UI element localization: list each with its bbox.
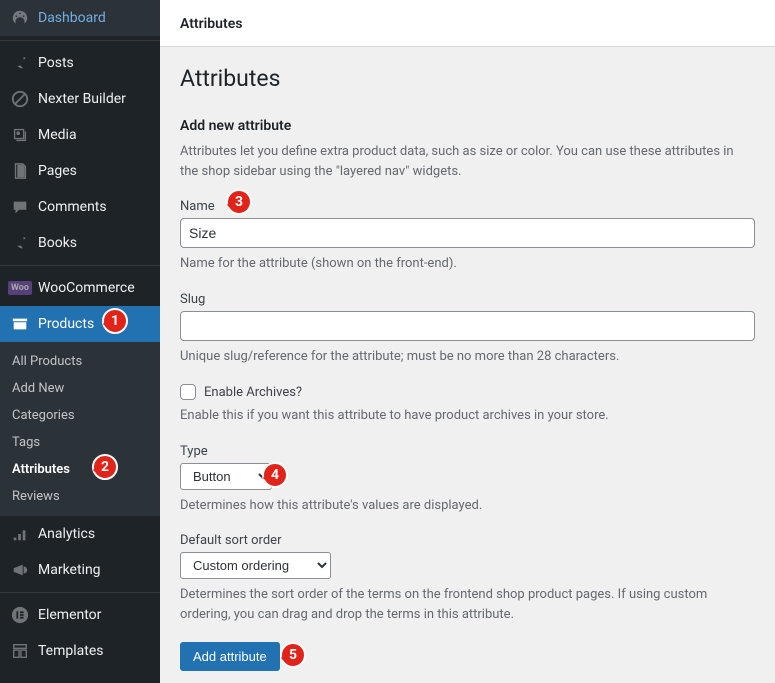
- sort-label: Default sort order: [180, 533, 755, 548]
- sidebar-item-comments[interactable]: Comments: [0, 189, 160, 225]
- submenu-attributes[interactable]: Attributes 2: [0, 456, 160, 483]
- field-type: Type Button 4 Determines how this attrib…: [180, 444, 755, 516]
- sidebar-item-label: Pages: [38, 163, 77, 179]
- templates-icon: [10, 641, 30, 661]
- annotation-badge-3: 3: [226, 189, 252, 215]
- elementor-icon: [10, 605, 30, 625]
- sidebar-item-label: Marketing: [38, 562, 101, 578]
- sidebar-item-label: Nexter Builder: [38, 91, 126, 107]
- sidebar-item-pages[interactable]: Pages: [0, 153, 160, 189]
- sidebar-item-dashboard[interactable]: Dashboard: [0, 0, 160, 36]
- intro-text: Attributes let you define extra product …: [180, 142, 755, 181]
- comments-icon: [10, 197, 30, 217]
- sidebar-item-products[interactable]: Products 1: [0, 306, 160, 342]
- archive-icon: [10, 314, 30, 334]
- sidebar-item-label: Dashboard: [38, 10, 106, 26]
- sidebar-item-label: Comments: [38, 199, 107, 215]
- add-attribute-button[interactable]: Add attribute: [180, 642, 280, 671]
- archives-help: Enable this if you want this attribute t…: [180, 406, 755, 426]
- analytics-icon: [10, 524, 30, 544]
- sidebar-item-label: Elementor: [38, 607, 101, 623]
- field-slug: Slug Unique slug/reference for the attri…: [180, 292, 755, 367]
- slug-label: Slug: [180, 292, 755, 307]
- name-label: Name: [180, 199, 755, 214]
- sidebar-item-posts[interactable]: Posts: [0, 45, 160, 81]
- sidebar-item-elementor[interactable]: Elementor: [0, 597, 160, 633]
- annotation-badge-1: 1: [102, 308, 128, 334]
- sidebar-item-woocommerce[interactable]: Woo WooCommerce: [0, 270, 160, 306]
- menu-separator: [0, 588, 160, 593]
- submenu-add-new[interactable]: Add New: [0, 375, 160, 402]
- sidebar-item-label: Analytics: [38, 526, 95, 542]
- sidebar-item-label: Media: [38, 127, 77, 143]
- submenu-all-products[interactable]: All Products: [0, 348, 160, 375]
- sidebar-item-books[interactable]: Books: [0, 225, 160, 261]
- annotation-badge-2: 2: [92, 454, 118, 480]
- pin-icon: [10, 233, 30, 253]
- products-submenu: All Products Add New Categories Tags Att…: [0, 342, 160, 516]
- woo-icon: Woo: [10, 278, 30, 298]
- sort-select[interactable]: Custom ordering: [180, 552, 331, 579]
- content-area: Attributes Attributes Add new attribute …: [160, 0, 775, 683]
- sidebar-item-nexter[interactable]: Nexter Builder: [0, 81, 160, 117]
- name-input[interactable]: [180, 218, 755, 248]
- field-archives: Enable Archives? Enable this if you want…: [180, 384, 755, 426]
- annotation-badge-4: 4: [262, 462, 288, 488]
- field-sort: Default sort order Custom ordering Deter…: [180, 533, 755, 624]
- name-help: Name for the attribute (shown on the fro…: [180, 254, 755, 274]
- submenu-item-label: Attributes: [12, 462, 70, 477]
- submenu-reviews[interactable]: Reviews: [0, 483, 160, 510]
- sidebar-item-analytics[interactable]: Analytics: [0, 516, 160, 552]
- type-label: Type: [180, 444, 755, 459]
- slug-input[interactable]: [180, 311, 755, 341]
- annotation-badge-5: 5: [280, 642, 306, 668]
- topbar-tab: Attributes: [180, 16, 242, 32]
- admin-sidebar: Dashboard Posts Nexter Builder Media Pag…: [0, 0, 160, 683]
- topbar: Attributes: [160, 0, 775, 47]
- media-icon: [10, 125, 30, 145]
- section-heading: Add new attribute: [180, 118, 755, 134]
- sidebar-item-label: Products: [38, 316, 94, 332]
- main-panel: Attributes Add new attribute Attributes …: [160, 47, 775, 683]
- field-name: Name Name for the attribute (shown on th…: [180, 199, 755, 274]
- sidebar-item-templates[interactable]: Templates: [0, 633, 160, 669]
- submenu-tags[interactable]: Tags: [0, 429, 160, 456]
- sidebar-item-label: Templates: [38, 643, 104, 659]
- slug-help: Unique slug/reference for the attribute;…: [180, 347, 755, 367]
- megaphone-icon: [10, 560, 30, 580]
- page-title: Attributes: [180, 65, 755, 92]
- sidebar-item-media[interactable]: Media: [0, 117, 160, 153]
- sidebar-item-marketing[interactable]: Marketing: [0, 552, 160, 588]
- type-help: Determines how this attribute's values a…: [180, 496, 755, 516]
- archives-label: Enable Archives?: [204, 385, 302, 400]
- menu-separator: [0, 36, 160, 41]
- dashboard-icon: [10, 8, 30, 28]
- sidebar-item-label: Posts: [38, 55, 74, 71]
- submenu-categories[interactable]: Categories: [0, 402, 160, 429]
- menu-separator: [0, 261, 160, 266]
- sidebar-item-label: Books: [38, 235, 77, 251]
- archives-checkbox[interactable]: [180, 384, 196, 400]
- circle-slash-icon: [10, 89, 30, 109]
- sidebar-item-label: WooCommerce: [38, 280, 135, 296]
- pages-icon: [10, 161, 30, 181]
- pin-icon: [10, 53, 30, 73]
- sort-help: Determines the sort order of the terms o…: [180, 585, 755, 624]
